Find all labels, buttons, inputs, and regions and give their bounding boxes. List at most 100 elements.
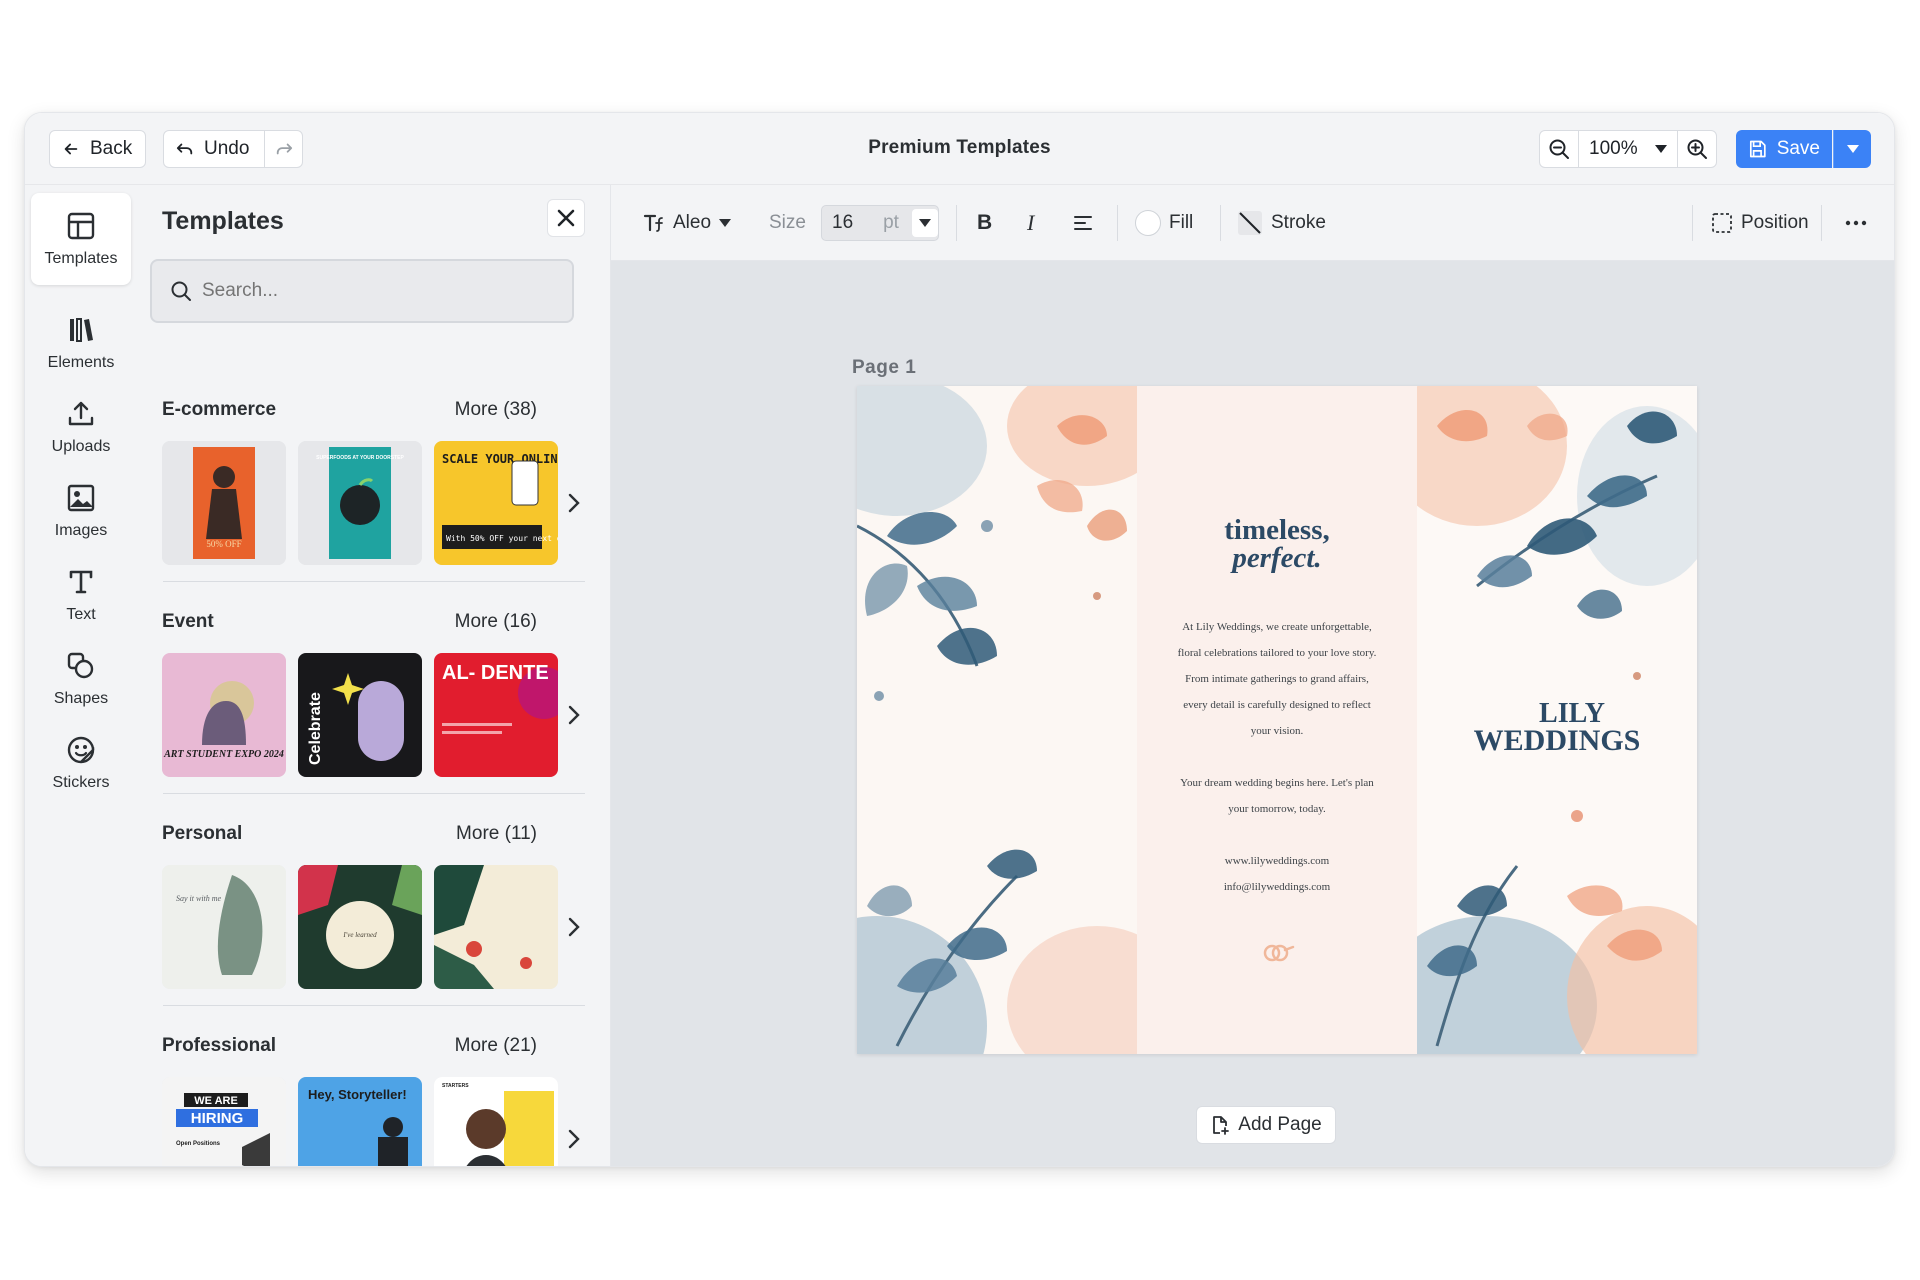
- body-line: Your dream wedding begins here. Let's pl…: [1180, 777, 1374, 789]
- add-page-button[interactable]: Add Page: [1196, 1106, 1336, 1144]
- thumb-text: 50% OFF: [206, 539, 241, 549]
- search-icon: [171, 281, 191, 301]
- rail-item-templates[interactable]: Templates: [31, 193, 131, 285]
- zoom-value: 100%: [1589, 138, 1638, 159]
- body-paragraph-1[interactable]: At Lily Weddings, we create unforgettabl…: [1161, 614, 1393, 744]
- template-thumb[interactable]: WE ARE HIRING Open Positions: [162, 1077, 286, 1166]
- brochure-panel-right[interactable]: LILY WEDDINGS: [1417, 386, 1697, 1054]
- rail-label-uploads: Uploads: [51, 438, 111, 455]
- divider: [956, 205, 957, 241]
- position-button[interactable]: Position: [1711, 185, 1809, 261]
- more-link[interactable]: More (21): [455, 1035, 537, 1057]
- rail-item-uploads[interactable]: Uploads: [31, 381, 131, 473]
- rail-item-elements[interactable]: Elements: [31, 297, 131, 389]
- template-preview-say-it: Say it with me: [162, 865, 286, 989]
- thumb-text: I've learned: [342, 931, 377, 939]
- template-thumb[interactable]: I've learned: [298, 865, 422, 989]
- save-label: Save: [1776, 138, 1820, 159]
- size-value: 16: [832, 212, 854, 233]
- font-size-input[interactable]: 16 pt: [821, 205, 939, 241]
- fill-label: Fill: [1169, 212, 1194, 233]
- thumb-text: ART STUDENT EXPO 2024: [163, 749, 284, 760]
- next-arrow[interactable]: [562, 483, 586, 523]
- template-thumb[interactable]: 50% OFF: [162, 441, 286, 565]
- italic-button[interactable]: I: [1027, 185, 1034, 261]
- rail-item-stickers[interactable]: Stickers: [31, 717, 131, 809]
- headline[interactable]: timeless, perfect.: [1137, 516, 1417, 574]
- body-paragraph-2[interactable]: Your dream wedding begins here. Let's pl…: [1161, 770, 1393, 822]
- brochure-panel-middle[interactable]: timeless, perfect. At Lily Weddings, we …: [1137, 386, 1417, 1054]
- top-bar: Back Undo Premium Templates 100% Save: [25, 113, 1894, 185]
- zoom-out-icon: [1549, 139, 1569, 159]
- template-thumb[interactable]: Say it with me: [162, 865, 286, 989]
- headline-line-2: perfect.: [1232, 542, 1322, 574]
- brand-logo[interactable]: LILY WEDDINGS: [1417, 700, 1697, 756]
- stroke-button[interactable]: Stroke: [1237, 185, 1326, 261]
- category-name: Event: [162, 611, 214, 632]
- text-toolbar: Aleo Size 16 pt B I Fill Stroke Position: [611, 185, 1894, 261]
- thumb-text: SCALE YOUR ONLINE STORE: [442, 452, 558, 466]
- save-button[interactable]: Save: [1736, 130, 1832, 168]
- caret-down-icon: [719, 219, 732, 227]
- canvas-area: Page 1 timeless, perfect. At Lily Weddin…: [611, 261, 1894, 1166]
- brochure-page[interactable]: timeless, perfect. At Lily Weddings, we …: [857, 386, 1697, 1054]
- rail-item-shapes[interactable]: Shapes: [31, 633, 131, 725]
- contact-block[interactable]: www.lilyweddings.com info@lilyweddings.c…: [1137, 848, 1417, 900]
- chevron-right-icon: [568, 705, 580, 725]
- size-dropdown[interactable]: [912, 209, 938, 237]
- zoom-in-button[interactable]: [1678, 131, 1716, 167]
- more-link[interactable]: More (38): [455, 399, 537, 421]
- search-input[interactable]: [202, 280, 542, 302]
- rail-label-images: Images: [54, 522, 108, 539]
- template-thumb[interactable]: [434, 865, 558, 989]
- template-preview-superfoods: SUPERFOODS AT YOUR DOORSTEP: [298, 441, 422, 565]
- more-link[interactable]: More (11): [456, 823, 537, 845]
- add-page-label: Add Page: [1238, 1114, 1322, 1135]
- category-name: E-commerce: [162, 399, 277, 420]
- size-label: Size: [769, 212, 806, 233]
- rail-label-elements: Elements: [47, 354, 115, 371]
- next-arrow[interactable]: [562, 1119, 586, 1159]
- template-thumb[interactable]: Celebrate: [298, 653, 422, 777]
- zoom-select[interactable]: 100%: [1578, 131, 1678, 167]
- next-arrow[interactable]: [562, 907, 586, 947]
- fill-button[interactable]: Fill: [1135, 185, 1193, 261]
- thumb-text: Say it with me: [176, 894, 222, 903]
- font-select[interactable]: Aleo: [643, 185, 732, 261]
- thumb-text: With 50% OFF your next order: [446, 534, 558, 543]
- divider: [1117, 205, 1118, 241]
- image-icon: [67, 484, 95, 512]
- save-options-button[interactable]: [1833, 130, 1871, 168]
- rail-item-text[interactable]: Text: [31, 549, 131, 641]
- stroke-none-icon: [1238, 211, 1262, 235]
- divider: [1220, 205, 1221, 241]
- rail-item-images[interactable]: Images: [31, 465, 131, 557]
- thumb-text: Celebrate: [307, 692, 324, 765]
- template-thumb[interactable]: ART STUDENT EXPO 2024: [162, 653, 286, 777]
- close-panel-button[interactable]: [547, 199, 585, 237]
- brochure-panel-left[interactable]: [857, 386, 1137, 1054]
- body-line: floral celebrations tailored to your lov…: [1177, 647, 1377, 659]
- thumb-text: STARTERS: [442, 1083, 469, 1089]
- template-thumb[interactable]: SCALE YOUR ONLINE STORE With 50% OFF you…: [434, 441, 558, 565]
- next-arrow[interactable]: [562, 695, 586, 735]
- body-line: At Lily Weddings, we create unforgettabl…: [1182, 621, 1372, 633]
- rings-icon: [1263, 944, 1295, 962]
- zoom-out-button[interactable]: [1540, 131, 1578, 167]
- bold-button[interactable]: B: [977, 185, 992, 261]
- template-preview-celebrate: Celebrate: [298, 653, 422, 777]
- template-thumb[interactable]: Hey, Storyteller!: [298, 1077, 422, 1166]
- align-button[interactable]: [1073, 185, 1093, 261]
- thumbs-row-professional: WE ARE HIRING Open Positions Hey, Storyt…: [162, 1077, 582, 1166]
- rail-label-shapes: Shapes: [53, 690, 109, 707]
- more-horizontal-icon: [1845, 220, 1867, 226]
- shapes-icon: [67, 652, 94, 679]
- thumb-text: WE ARE: [194, 1095, 238, 1107]
- template-thumb[interactable]: SUPERFOODS AT YOUR DOORSTEP: [298, 441, 422, 565]
- more-options-button[interactable]: [1845, 185, 1867, 261]
- template-thumb[interactable]: STARTERS: [434, 1077, 558, 1166]
- template-thumb[interactable]: AL- DENTE: [434, 653, 558, 777]
- template-preview-starters: STARTERS: [434, 1077, 558, 1166]
- more-link[interactable]: More (16): [455, 611, 537, 633]
- panel-title: Templates: [162, 207, 284, 235]
